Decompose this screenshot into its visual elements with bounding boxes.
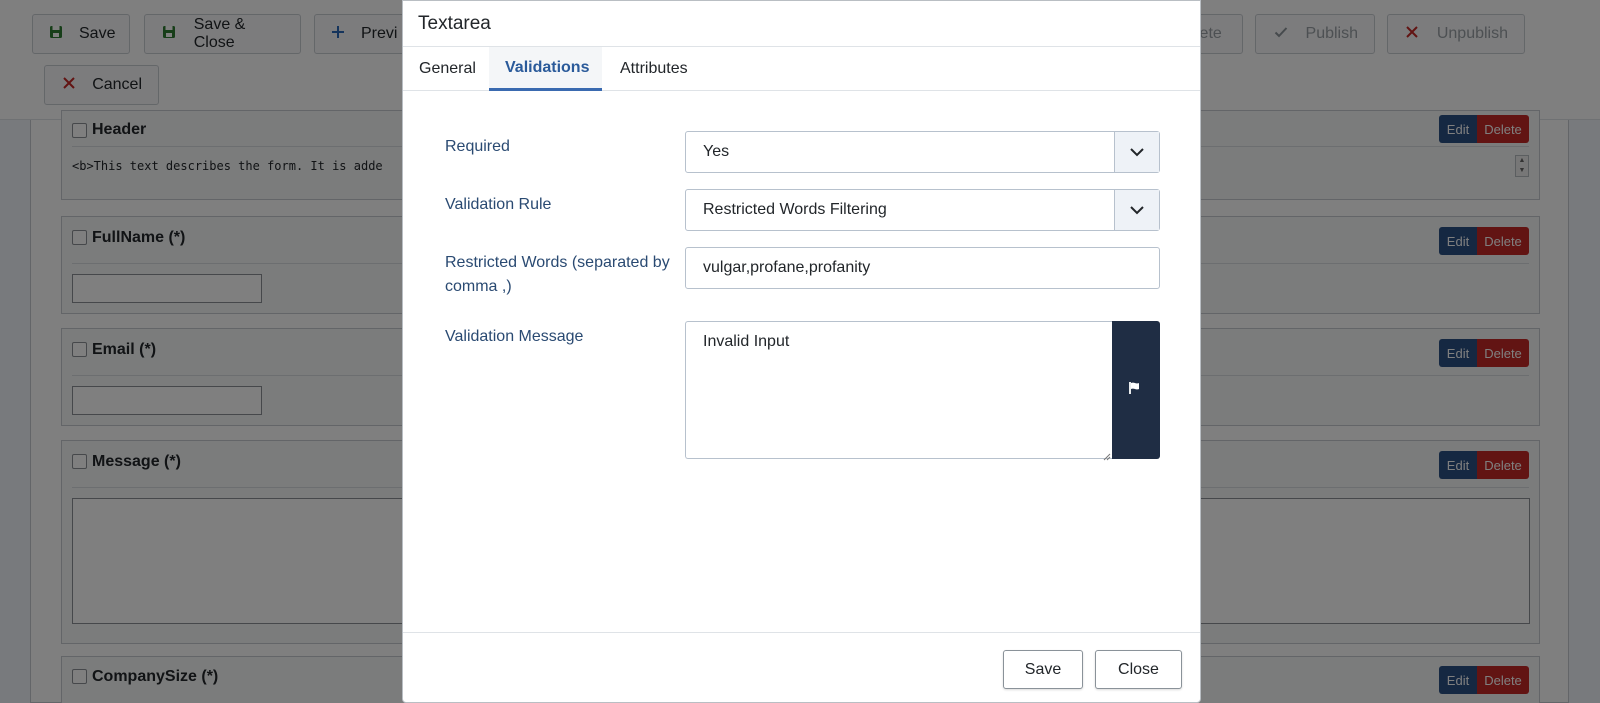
modal-header: Textarea <box>403 1 1200 47</box>
tab-attributes[interactable]: Attributes <box>604 47 704 91</box>
modal-tabs: General Validations Attributes <box>403 47 1200 91</box>
tab-label: Validations <box>505 58 590 76</box>
modal-save-button[interactable]: Save <box>1003 650 1083 689</box>
validation-message-group: Invalid Input <box>685 321 1160 461</box>
tab-general[interactable]: General <box>403 47 492 91</box>
modal-close-label: Close <box>1118 660 1159 678</box>
validation-rule-value: Restricted Words Filtering <box>703 201 887 218</box>
restricted-words-label: Restricted Words (separated by comma ,) <box>445 254 670 295</box>
validation-rule-label: Validation Rule <box>445 196 552 213</box>
required-label: Required <box>445 138 510 155</box>
tab-label: Attributes <box>620 60 688 77</box>
validation-message-textarea[interactable]: Invalid Input <box>685 321 1113 461</box>
validation-message-label: Validation Message <box>445 328 584 345</box>
modal-footer: Save Close <box>403 632 1200 703</box>
modal-close-button[interactable]: Close <box>1095 650 1182 689</box>
modal-title: Textarea <box>418 13 491 34</box>
required-value: Yes <box>703 143 730 160</box>
modal-save-label: Save <box>1024 660 1062 678</box>
required-select[interactable]: Yes <box>685 131 1160 173</box>
tab-validations[interactable]: Validations <box>489 47 602 91</box>
validation-rule-select[interactable]: Restricted Words Filtering <box>685 189 1160 231</box>
restricted-words-input[interactable]: vulgar,profane,profanity <box>685 247 1160 289</box>
flag-icon <box>1128 381 1144 400</box>
chevron-down-icon <box>1114 132 1159 172</box>
language-flag-button[interactable] <box>1112 321 1160 459</box>
restricted-words-value: vulgar,profane,profanity <box>703 259 871 276</box>
validation-message-value: Invalid Input <box>703 333 790 350</box>
tab-label: General <box>419 60 476 77</box>
chevron-down-icon <box>1114 190 1159 230</box>
textarea-modal: Textarea General Validations Attributes … <box>402 0 1201 703</box>
resize-grip-icon[interactable] <box>1103 448 1111 461</box>
